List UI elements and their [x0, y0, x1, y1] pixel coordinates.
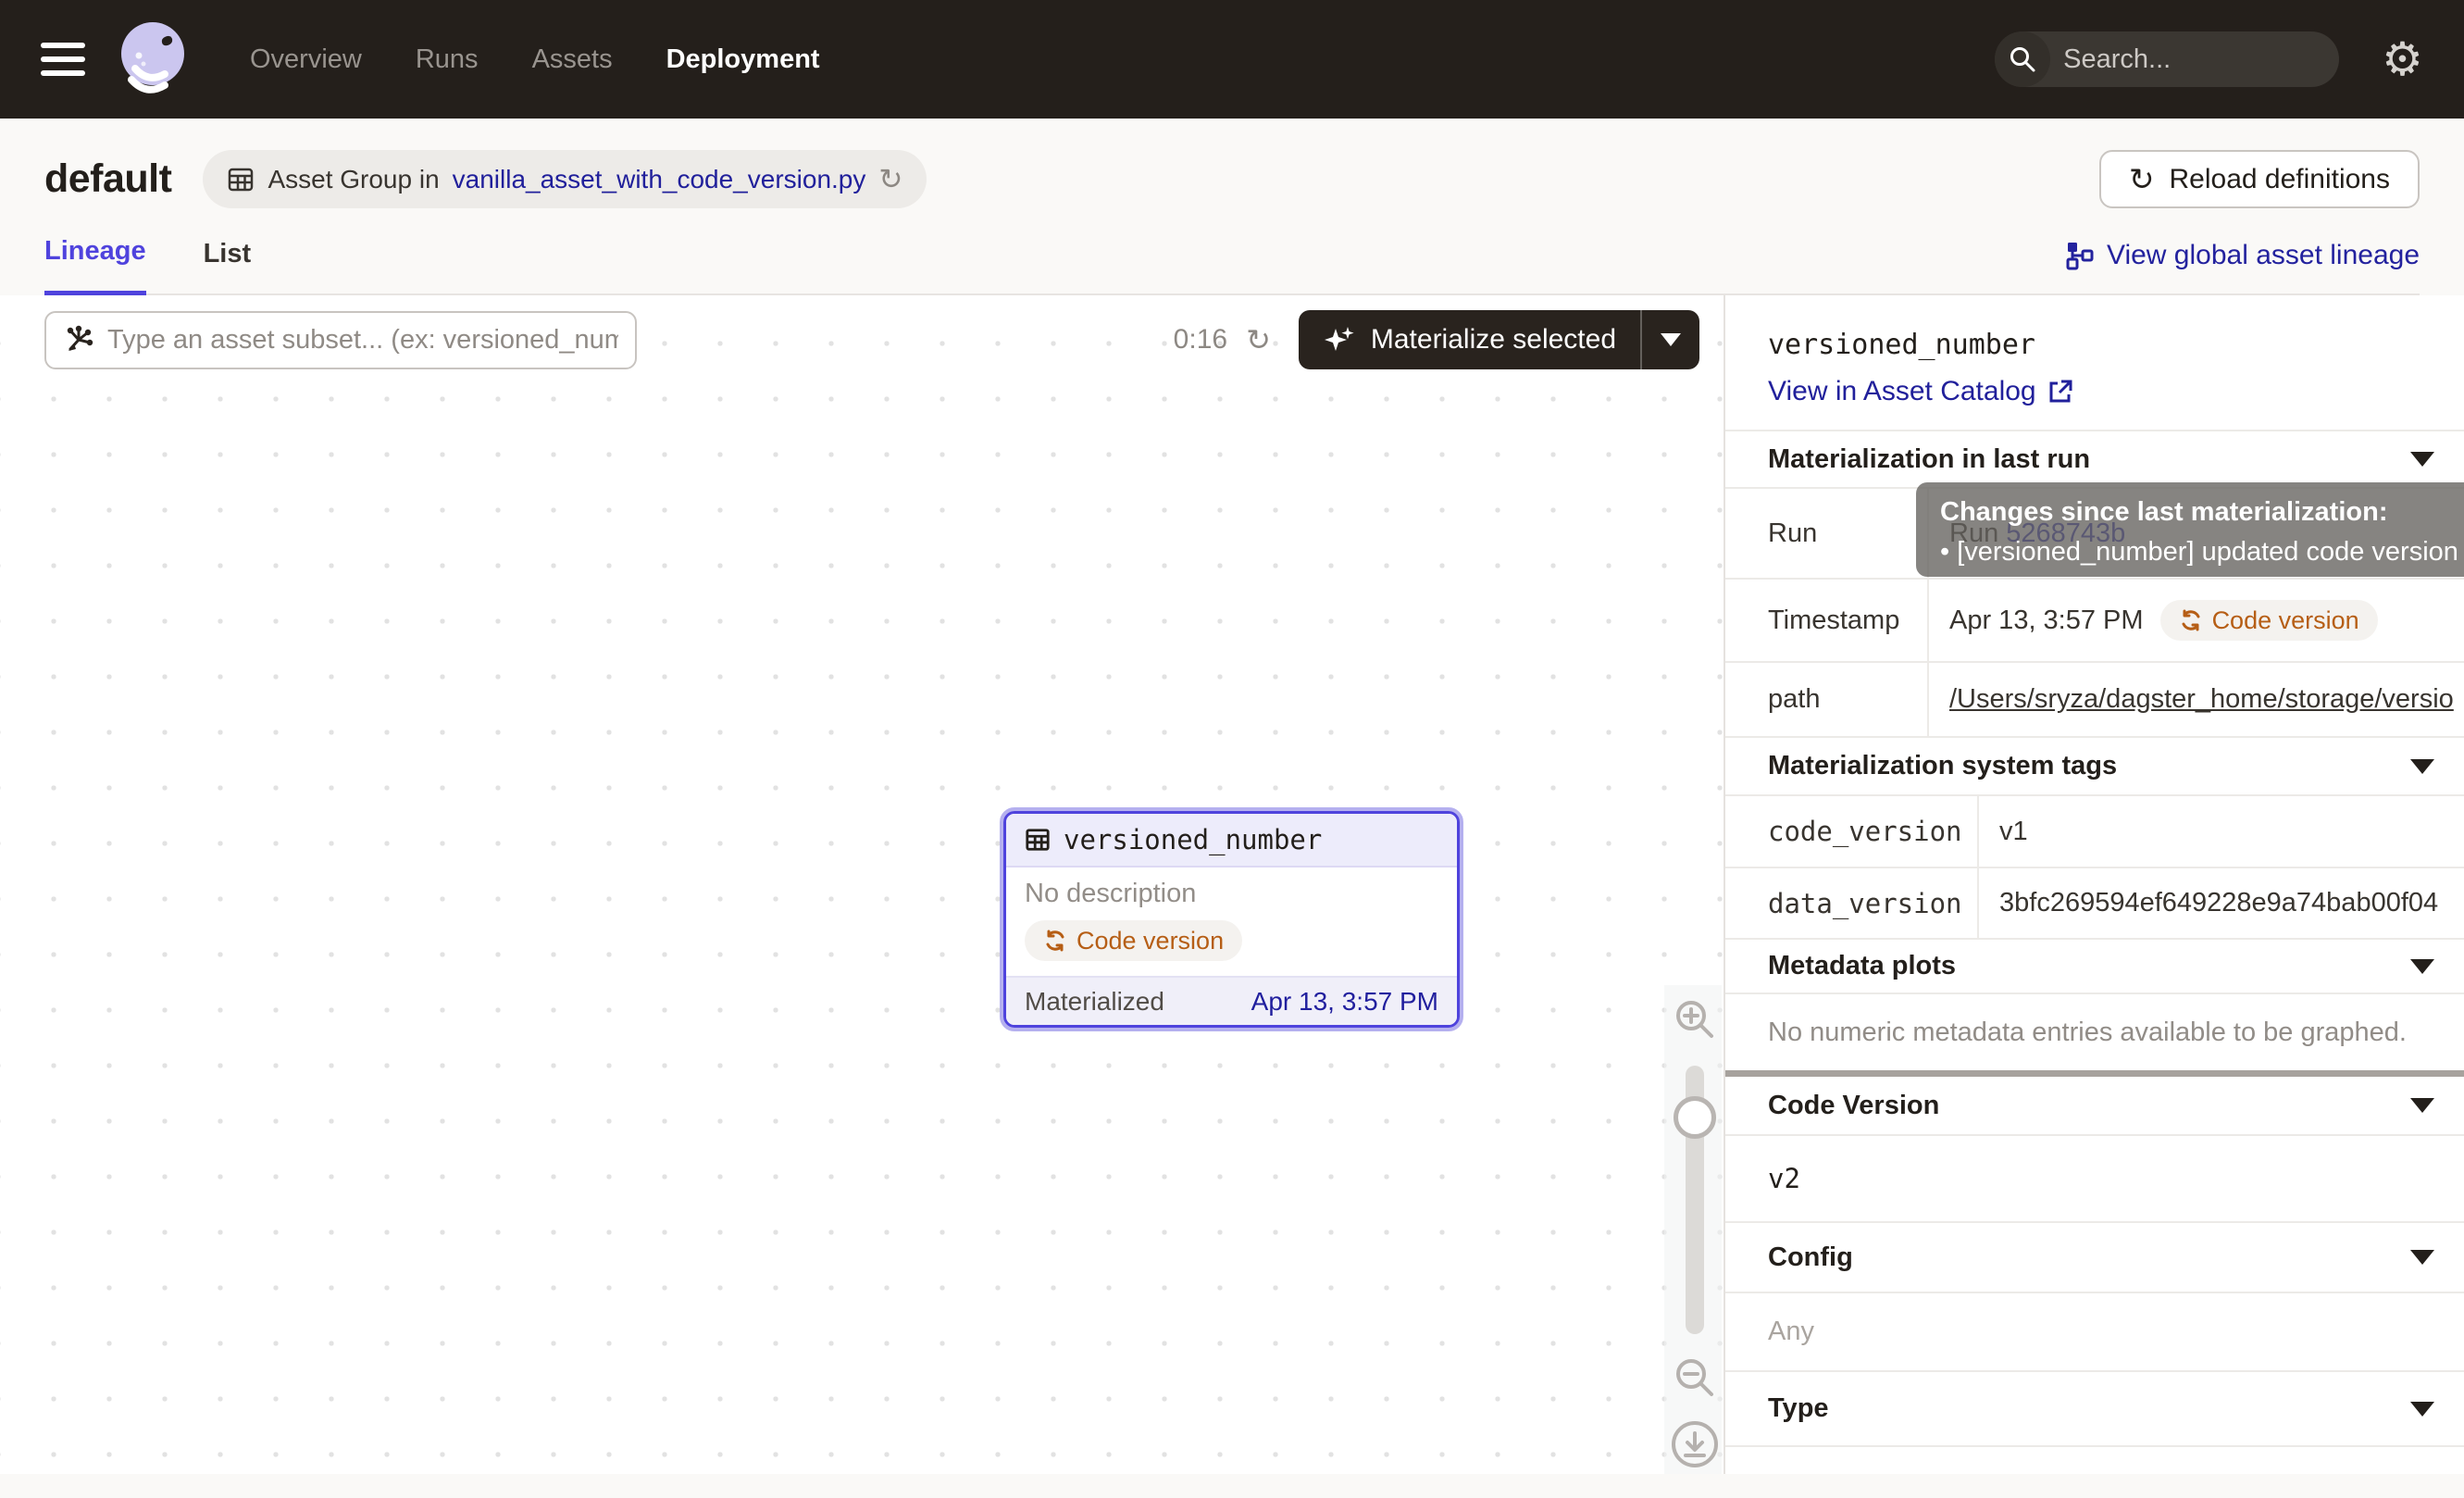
- panel-asset-title: versioned_number: [1768, 329, 2464, 361]
- path-label: path: [1725, 663, 1929, 736]
- tooltip-change-item: • [versioned_number] updated code versio…: [1940, 537, 2464, 568]
- asset-node-footer: Materialized Apr 13, 3:57 PM: [1006, 976, 1457, 1025]
- asset-subset-filter[interactable]: [44, 311, 637, 369]
- tab-list[interactable]: List: [204, 239, 252, 293]
- nav-link-assets[interactable]: Assets: [532, 44, 613, 75]
- external-link-icon: [2047, 379, 2073, 405]
- zoom-slider-knob[interactable]: [1674, 1096, 1716, 1139]
- asset-node-header: versioned_number: [1006, 814, 1457, 868]
- tooltip-title: Changes since last materialization:: [1940, 497, 2464, 528]
- top-nav-bar: Overview Runs Assets Deployment / ⚙: [0, 0, 2464, 119]
- code-version-tag-label: code_version: [1725, 796, 1979, 867]
- download-image-icon[interactable]: [1670, 1419, 1720, 1469]
- view-in-asset-catalog-link[interactable]: View in Asset Catalog: [1768, 376, 2073, 407]
- chevron-down-icon: [2410, 1098, 2434, 1113]
- asset-details-panel: versioned_number View in Asset Catalog M…: [1724, 295, 2464, 1474]
- breadcrumb-prefix: Asset Group in: [268, 165, 439, 194]
- dagster-logo-icon[interactable]: [117, 20, 189, 98]
- refresh-timer: 0:16: [1174, 324, 1227, 356]
- table-grid-icon: [1025, 827, 1051, 853]
- data-version-tag-label: data_version: [1725, 868, 1979, 938]
- dagster-app: Overview Runs Assets Deployment / ⚙ defa…: [0, 0, 2464, 1498]
- code-version-value: v2: [1725, 1136, 2464, 1223]
- code-version-badge[interactable]: Code version: [1025, 920, 1242, 961]
- run-label: Run: [1725, 489, 1929, 578]
- reload-icon: ↻: [2129, 164, 2155, 194]
- code-version-badge[interactable]: Code version: [2160, 600, 2378, 641]
- breadcrumb-file-link[interactable]: vanilla_asset_with_code_version.py: [453, 165, 866, 194]
- settings-gear-icon[interactable]: ⚙: [2382, 36, 2423, 82]
- materialize-selected-button[interactable]: Materialize selected: [1299, 310, 1640, 369]
- section-materialization-last-run[interactable]: Materialization in last run: [1725, 431, 2464, 489]
- primary-nav-links: Overview Runs Assets Deployment: [250, 44, 820, 75]
- asset-node-versioned-number[interactable]: versioned_number No description Code ver…: [1000, 807, 1463, 1031]
- code-version-tag-value: v1: [1979, 796, 2464, 867]
- changes-tooltip: Changes since last materialization: • [v…: [1916, 482, 2464, 577]
- timestamp-label: Timestamp: [1725, 580, 1929, 661]
- lineage-graph-canvas[interactable]: 0:16 ↻ Materialize selected: [0, 295, 1724, 1474]
- materialized-timestamp[interactable]: Apr 13, 3:57 PM: [1251, 987, 1438, 1017]
- nav-link-overview[interactable]: Overview: [250, 44, 362, 75]
- zoom-in-icon[interactable]: [1672, 996, 1718, 1042]
- table-row-data-version: data_version 3bfc269594ef649228e9a74bab0…: [1725, 868, 2464, 940]
- sparkle-icon: [1323, 323, 1356, 356]
- chevron-down-icon: [2410, 452, 2434, 467]
- hamburger-menu-icon[interactable]: [41, 43, 85, 76]
- table-row-path: path /Users/sryza/dagster_home/storage/v…: [1725, 663, 2464, 738]
- section-config[interactable]: Config: [1725, 1223, 2464, 1293]
- asset-node-title: versioned_number: [1064, 824, 1322, 855]
- graph-toolbar: 0:16 ↻ Materialize selected: [44, 310, 1699, 369]
- table-row-code-version: code_version v1: [1725, 796, 2464, 868]
- data-version-tag-value: 3bfc269594ef649228e9a74bab00f04: [1979, 868, 2464, 938]
- section-metadata-plots[interactable]: Metadata plots: [1725, 940, 2464, 994]
- timestamp-value: Apr 13, 3:57 PM: [1949, 605, 2144, 636]
- materialize-options-dropdown[interactable]: [1640, 310, 1699, 369]
- chevron-down-icon: [2410, 759, 2434, 774]
- page-header: default Asset Group in vanilla_asset_wit…: [0, 119, 2464, 295]
- asset-group-breadcrumb[interactable]: Asset Group in vanilla_asset_with_code_v…: [203, 150, 927, 208]
- section-system-tags[interactable]: Materialization system tags: [1725, 738, 2464, 796]
- panel-resize-divider[interactable]: [1725, 1070, 2464, 1077]
- table-row-timestamp: Timestamp Apr 13, 3:57 PM Code version: [1725, 580, 2464, 663]
- code-version-changed-icon: [1043, 929, 1067, 953]
- graph-refresh-icon[interactable]: ↻: [1246, 322, 1271, 357]
- asset-node-description: No description: [1025, 879, 1438, 909]
- search-icon: [1995, 31, 2050, 87]
- zoom-out-icon[interactable]: [1672, 1354, 1718, 1401]
- path-value-link[interactable]: /Users/sryza/dagster_home/storage/versio: [1949, 684, 2454, 715]
- chevron-down-icon: [2410, 1402, 2434, 1417]
- reload-definitions-button[interactable]: ↻ Reload definitions: [2099, 150, 2420, 208]
- section-type[interactable]: Type: [1725, 1372, 2464, 1447]
- tab-lineage[interactable]: Lineage: [44, 236, 146, 295]
- config-value: Any: [1725, 1293, 2464, 1372]
- page-title: default: [44, 156, 171, 202]
- chevron-down-icon: [2410, 1250, 2434, 1265]
- chevron-down-icon: [1661, 333, 1681, 346]
- nav-link-runs[interactable]: Runs: [416, 44, 479, 75]
- asset-subset-input[interactable]: [107, 325, 618, 356]
- materialized-status-label: Materialized: [1025, 987, 1164, 1017]
- code-version-changed-icon: [2179, 608, 2203, 632]
- table-grid-icon: [227, 166, 255, 193]
- breadcrumb-refresh-icon[interactable]: ↻: [878, 165, 902, 193]
- metadata-empty-message: No numeric metadata entries available to…: [1725, 994, 2464, 1070]
- search-input[interactable]: [2050, 44, 2339, 75]
- op-selector-icon: [63, 324, 94, 356]
- nav-link-deployment[interactable]: Deployment: [666, 44, 820, 75]
- global-search[interactable]: /: [1995, 31, 2339, 87]
- lineage-graph-icon: [2066, 241, 2094, 270]
- chevron-down-icon: [2410, 959, 2434, 974]
- section-code-version[interactable]: Code Version: [1725, 1077, 2464, 1136]
- nav-right-cluster: / ⚙: [1995, 31, 2423, 87]
- system-tags-table: code_version v1 data_version 3bfc269594e…: [1725, 796, 2464, 940]
- view-global-asset-lineage-link[interactable]: View global asset lineage: [2066, 240, 2420, 293]
